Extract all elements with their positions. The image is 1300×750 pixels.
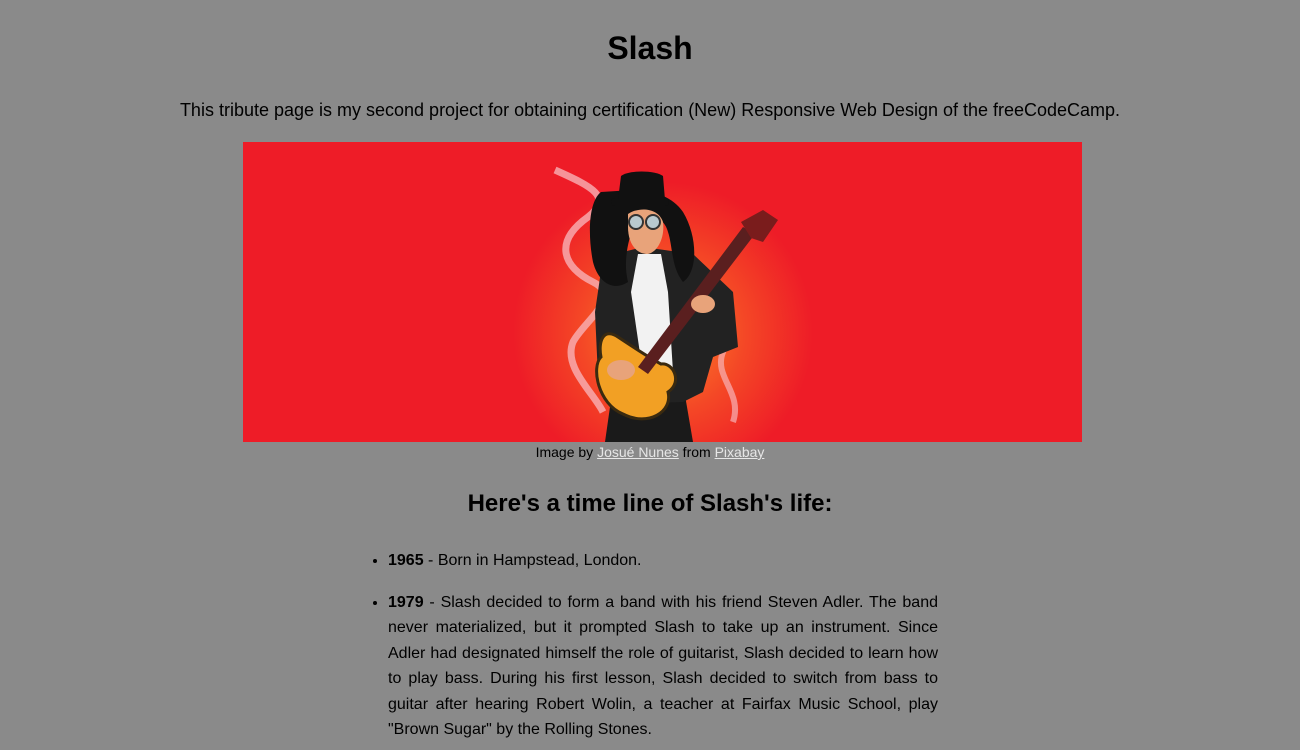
caption-prefix: Image by — [535, 444, 598, 460]
left-hand — [607, 360, 635, 380]
slash-illustration — [243, 142, 1082, 442]
timeline-heading: Here's a time line of Slash's life: — [467, 490, 833, 517]
timeline-text: - Born in Hampstead, London. — [423, 552, 642, 569]
tribute-page: Slash This tribute page is my second pro… — [0, 0, 1300, 750]
timeline-year: 1979 — [388, 593, 424, 611]
top-hat — [618, 171, 665, 200]
image-caption: Image by Josué Nunes from Pixabay — [0, 444, 1300, 460]
pixabay-link[interactable]: Pixabay — [715, 444, 765, 460]
slash-illustration-svg — [513, 166, 813, 442]
timeline-list: 1965 - Born in Hampstead, London. 1979 -… — [370, 548, 938, 750]
right-hand — [691, 295, 715, 313]
sunglasses — [628, 214, 644, 230]
caption-middle: from — [678, 444, 715, 460]
author-link[interactable]: Josué Nunes — [597, 444, 679, 460]
page-title: Slash — [607, 30, 693, 66]
timeline-item: 1965 - Born in Hampstead, London. — [388, 548, 938, 574]
timeline-text: - Slash decided to form a band with his … — [388, 593, 938, 739]
timeline-year: 1965 — [388, 552, 424, 569]
intro-text: This tribute page is my second project f… — [179, 100, 1121, 120]
timeline-item: 1979 - Slash decided to form a band with… — [388, 590, 938, 743]
